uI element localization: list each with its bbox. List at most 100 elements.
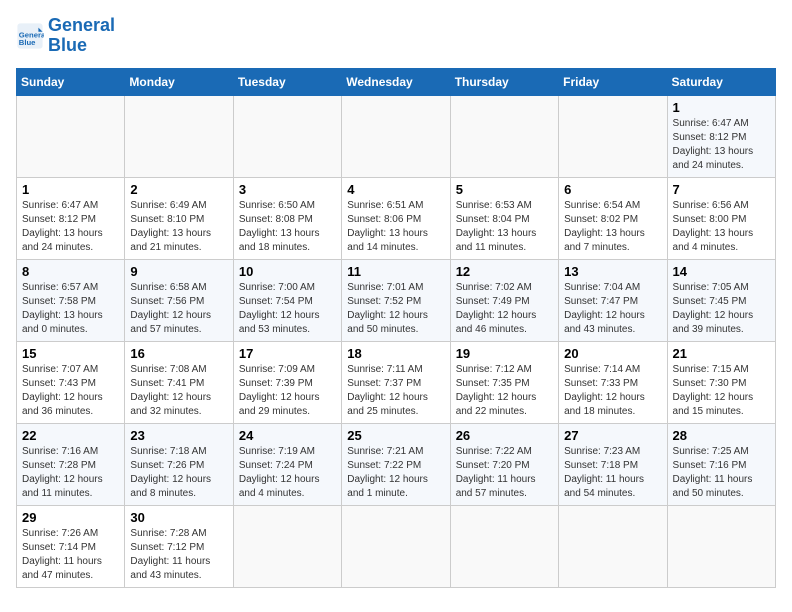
day-number: 4 — [347, 182, 444, 197]
day-cell: 3 Sunrise: 6:50 AMSunset: 8:08 PMDaylight… — [233, 177, 341, 259]
day-number: 23 — [130, 428, 227, 443]
day-info: Sunrise: 7:18 AMSunset: 7:26 PMDaylight:… — [130, 445, 227, 501]
day-number: 19 — [456, 346, 553, 361]
day-info: Sunrise: 7:14 AMSunset: 7:33 PMDaylight:… — [564, 363, 661, 419]
day-cell: 25 Sunrise: 7:21 AMSunset: 7:22 PMDayligh… — [342, 423, 450, 505]
column-header-friday: Friday — [559, 68, 667, 95]
day-number: 1 — [22, 182, 119, 197]
column-header-tuesday: Tuesday — [233, 68, 341, 95]
logo-icon: General Blue — [16, 22, 44, 50]
day-cell: 11 Sunrise: 7:01 AMSunset: 7:52 PMDayligh… — [342, 259, 450, 341]
day-number: 16 — [130, 346, 227, 361]
column-header-thursday: Thursday — [450, 68, 558, 95]
day-cell — [559, 505, 667, 587]
day-number: 24 — [239, 428, 336, 443]
week-row: 22 Sunrise: 7:16 AMSunset: 7:28 PMDayligh… — [17, 423, 776, 505]
day-number: 12 — [456, 264, 553, 279]
day-cell: 21Sunrise: 7:15 AMSunset: 7:30 PMDayligh… — [667, 341, 775, 423]
day-cell: 6Sunrise: 6:54 AMSunset: 8:02 PMDaylight… — [559, 177, 667, 259]
day-info: Sunrise: 6:58 AMSunset: 7:56 PMDaylight:… — [130, 281, 227, 337]
day-number: 9 — [130, 264, 227, 279]
day-number: 10 — [239, 264, 336, 279]
day-cell: 1Sunrise: 6:47 AMSunset: 8:12 PMDaylight… — [667, 95, 775, 177]
day-cell — [233, 505, 341, 587]
day-cell — [17, 95, 125, 177]
day-info: Sunrise: 7:09 AMSunset: 7:39 PMDaylight:… — [239, 363, 336, 419]
day-number: 25 — [347, 428, 444, 443]
day-number: 2 — [130, 182, 227, 197]
day-cell: 29 Sunrise: 7:26 AMSunset: 7:14 PMDayligh… — [17, 505, 125, 587]
day-info: Sunrise: 7:21 AMSunset: 7:22 PMDaylight:… — [347, 445, 444, 501]
day-number: 11 — [347, 264, 444, 279]
day-info: Sunrise: 7:12 AMSunset: 7:35 PMDaylight:… — [456, 363, 553, 419]
day-cell: 24 Sunrise: 7:19 AMSunset: 7:24 PMDayligh… — [233, 423, 341, 505]
day-info: Sunrise: 7:19 AMSunset: 7:24 PMDaylight:… — [239, 445, 336, 501]
day-cell — [125, 95, 233, 177]
logo-text: General — [48, 16, 115, 36]
day-info: Sunrise: 7:23 AMSunset: 7:18 PMDaylight:… — [564, 445, 661, 501]
week-row: 1Sunrise: 6:47 AMSunset: 8:12 PMDaylight… — [17, 177, 776, 259]
week-row: 29 Sunrise: 7:26 AMSunset: 7:14 PMDayligh… — [17, 505, 776, 587]
day-info: Sunrise: 7:01 AMSunset: 7:52 PMDaylight:… — [347, 281, 444, 337]
day-number: 22 — [22, 428, 119, 443]
day-cell: 27 Sunrise: 7:23 AMSunset: 7:18 PMDayligh… — [559, 423, 667, 505]
day-cell: 26Sunrise: 7:22 AMSunset: 7:20 PMDayligh… — [450, 423, 558, 505]
day-number: 27 — [564, 428, 661, 443]
day-number: 14 — [673, 264, 770, 279]
week-row: 15 Sunrise: 7:07 AMSunset: 7:43 PMDayligh… — [17, 341, 776, 423]
day-number: 20 — [564, 346, 661, 361]
day-info: Sunrise: 6:54 AMSunset: 8:02 PMDaylight:… — [564, 199, 661, 255]
day-cell — [450, 505, 558, 587]
day-number: 8 — [22, 264, 119, 279]
day-number: 13 — [564, 264, 661, 279]
day-info: Sunrise: 7:16 AMSunset: 7:28 PMDaylight:… — [22, 445, 119, 501]
day-cell: 9 Sunrise: 6:58 AMSunset: 7:56 PMDaylight… — [125, 259, 233, 341]
calendar-table: SundayMondayTuesdayWednesdayThursdayFrid… — [16, 68, 776, 588]
day-cell: 22 Sunrise: 7:16 AMSunset: 7:28 PMDayligh… — [17, 423, 125, 505]
day-info: Sunrise: 6:50 AMSunset: 8:08 PMDaylight:… — [239, 199, 336, 255]
day-cell: 19 Sunrise: 7:12 AMSunset: 7:35 PMDayligh… — [450, 341, 558, 423]
day-cell — [559, 95, 667, 177]
day-number: 29 — [22, 510, 119, 525]
day-cell: 16Sunrise: 7:08 AMSunset: 7:41 PMDayligh… — [125, 341, 233, 423]
day-cell — [342, 505, 450, 587]
week-row: 8Sunrise: 6:57 AMSunset: 7:58 PMDaylight… — [17, 259, 776, 341]
day-info: Sunrise: 6:47 AMSunset: 8:12 PMDaylight:… — [673, 117, 770, 173]
column-header-wednesday: Wednesday — [342, 68, 450, 95]
day-info: Sunrise: 7:28 AMSunset: 7:12 PMDaylight:… — [130, 527, 227, 583]
day-number: 21 — [673, 346, 770, 361]
day-number: 28 — [673, 428, 770, 443]
day-info: Sunrise: 7:11 AMSunset: 7:37 PMDaylight:… — [347, 363, 444, 419]
day-cell: 28 Sunrise: 7:25 AMSunset: 7:16 PMDayligh… — [667, 423, 775, 505]
logo: General Blue General Blue — [16, 16, 115, 56]
day-number: 15 — [22, 346, 119, 361]
day-cell: 20 Sunrise: 7:14 AMSunset: 7:33 PMDayligh… — [559, 341, 667, 423]
day-cell — [450, 95, 558, 177]
day-cell: 15 Sunrise: 7:07 AMSunset: 7:43 PMDayligh… — [17, 341, 125, 423]
day-cell: 30Sunrise: 7:28 AMSunset: 7:12 PMDayligh… — [125, 505, 233, 587]
day-number: 7 — [673, 182, 770, 197]
column-header-monday: Monday — [125, 68, 233, 95]
day-info: Sunrise: 7:07 AMSunset: 7:43 PMDaylight:… — [22, 363, 119, 419]
column-header-saturday: Saturday — [667, 68, 775, 95]
svg-text:Blue: Blue — [19, 38, 36, 47]
day-cell: 8Sunrise: 6:57 AMSunset: 7:58 PMDaylight… — [17, 259, 125, 341]
day-info: Sunrise: 7:26 AMSunset: 7:14 PMDaylight:… — [22, 527, 119, 583]
day-info: Sunrise: 7:25 AMSunset: 7:16 PMDaylight:… — [673, 445, 770, 501]
column-header-sunday: Sunday — [17, 68, 125, 95]
day-cell: 5Sunrise: 6:53 AMSunset: 8:04 PMDaylight… — [450, 177, 558, 259]
day-cell: 13 Sunrise: 7:04 AMSunset: 7:47 PMDayligh… — [559, 259, 667, 341]
day-number: 3 — [239, 182, 336, 197]
day-info: Sunrise: 7:04 AMSunset: 7:47 PMDaylight:… — [564, 281, 661, 337]
day-cell — [342, 95, 450, 177]
day-info: Sunrise: 6:53 AMSunset: 8:04 PMDaylight:… — [456, 199, 553, 255]
day-info: Sunrise: 7:22 AMSunset: 7:20 PMDaylight:… — [456, 445, 553, 501]
day-cell — [233, 95, 341, 177]
day-cell: 1Sunrise: 6:47 AMSunset: 8:12 PMDaylight… — [17, 177, 125, 259]
day-info: Sunrise: 7:02 AMSunset: 7:49 PMDaylight:… — [456, 281, 553, 337]
day-info: Sunrise: 7:05 AMSunset: 7:45 PMDaylight:… — [673, 281, 770, 337]
day-cell: 17Sunrise: 7:09 AMSunset: 7:39 PMDayligh… — [233, 341, 341, 423]
day-cell — [667, 505, 775, 587]
header-row: SundayMondayTuesdayWednesdayThursdayFrid… — [17, 68, 776, 95]
day-info: Sunrise: 7:00 AMSunset: 7:54 PMDaylight:… — [239, 281, 336, 337]
